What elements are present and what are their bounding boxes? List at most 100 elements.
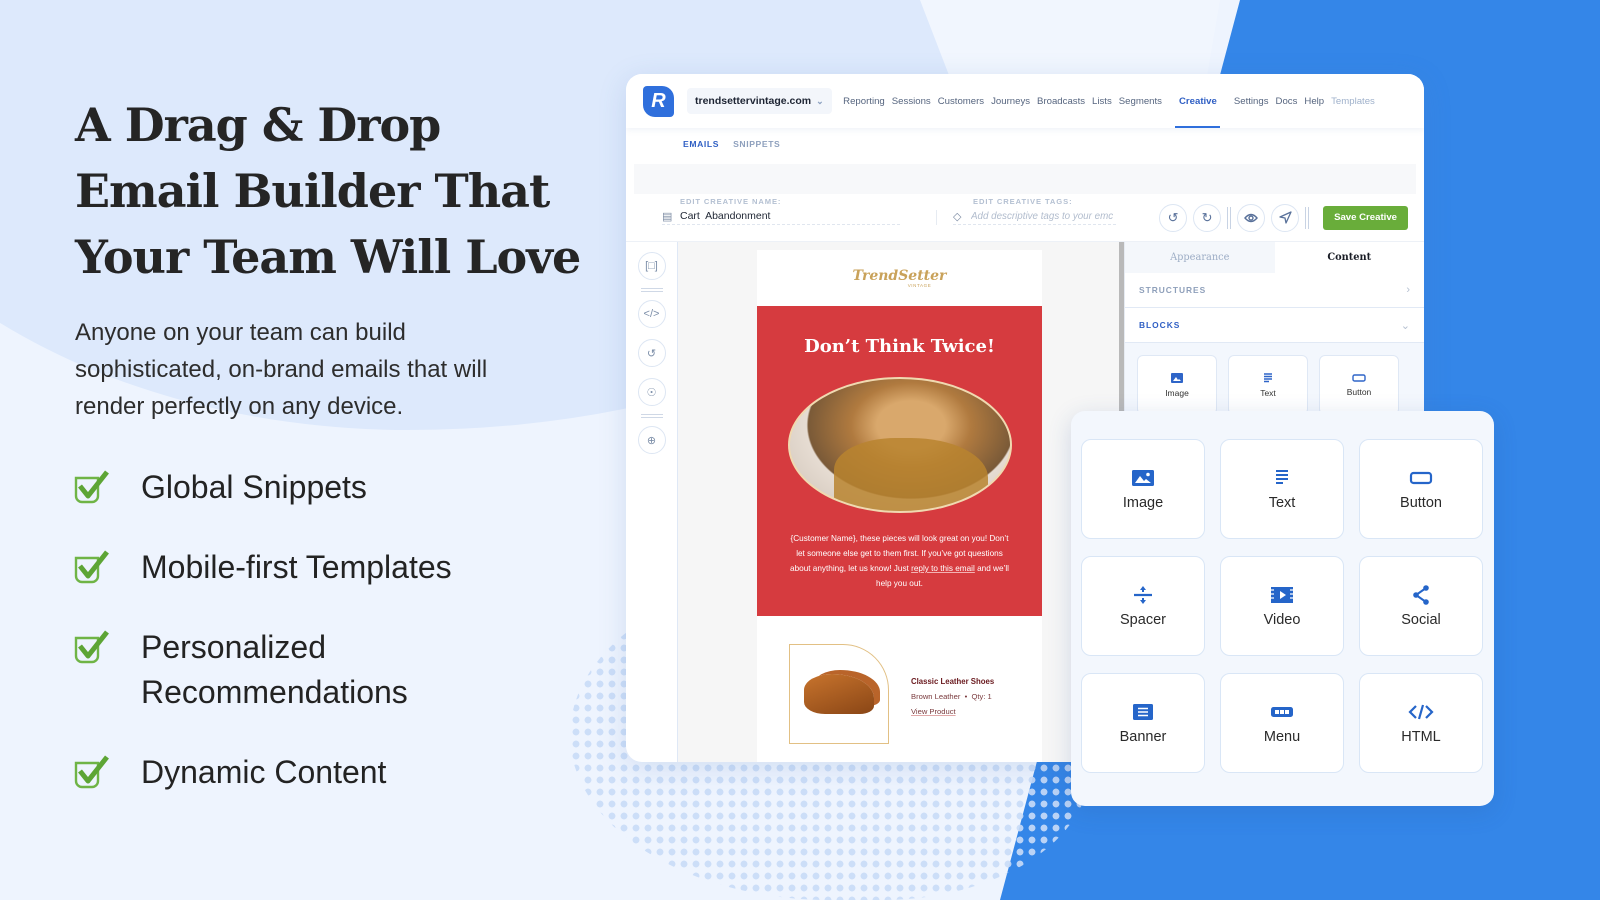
divider: [640, 288, 663, 292]
product-info: Classic Leather Shoes Brown Leather • Qt…: [911, 676, 995, 716]
creative-name-input[interactable]: Cart Abandonment: [680, 210, 900, 222]
product-block[interactable]: Classic Leather Shoes Brown Leather • Qt…: [757, 616, 1042, 744]
hero-subtext: Anyone on your team can build sophistica…: [75, 319, 488, 420]
hero: A Drag & Drop Email Builder That Your Te…: [75, 92, 595, 425]
document-icon: ▤: [662, 211, 673, 223]
block-html[interactable]: HTML: [1359, 673, 1483, 773]
block-video[interactable]: Video: [1220, 556, 1344, 656]
block-image[interactable]: Image: [1081, 439, 1205, 539]
block-menu[interactable]: Menu: [1220, 673, 1344, 773]
mini-block-image[interactable]: Image: [1137, 355, 1217, 415]
image-icon: [1132, 469, 1154, 486]
nav-broadcasts[interactable]: Broadcasts: [1034, 74, 1089, 128]
nav-segments[interactable]: Segments: [1115, 74, 1165, 128]
feature-item: Personalized Recommendations: [73, 625, 521, 715]
chevron-down-icon: ⌄: [816, 95, 824, 106]
top-navigation: R trendsettervintage.com ⌄ Reporting Ses…: [626, 74, 1424, 128]
tab-emails[interactable]: EMAILS: [683, 139, 719, 149]
divider: [640, 414, 663, 418]
block-spacer[interactable]: Spacer: [1081, 556, 1205, 656]
shoe-image: [804, 674, 874, 714]
text-icon: [1276, 469, 1288, 484]
block-text[interactable]: Text: [1220, 439, 1344, 539]
checkbox-checked-icon: [74, 470, 109, 504]
divider: [1227, 206, 1232, 229]
creative-subtabs: EMAILS SNIPPETS: [626, 128, 1424, 160]
divider: [1305, 206, 1310, 229]
email-hero-block[interactable]: Don’t Think Twice! {Customer Name}, thes…: [757, 306, 1042, 616]
creative-tags-input[interactable]: [971, 210, 1116, 222]
hero-headline: A Drag & Drop Email Builder That Your Te…: [75, 98, 581, 284]
button-icon: [1409, 471, 1433, 484]
mini-block-button[interactable]: Button: [1319, 355, 1399, 415]
editor-tools: ↺ ↻ Save Creative: [1159, 203, 1408, 232]
nav-journeys[interactable]: Journeys: [988, 74, 1034, 128]
menu-icon: [1271, 706, 1293, 717]
tag-icon: ◇: [953, 211, 962, 223]
nav-customers[interactable]: Customers: [934, 74, 987, 128]
code-icon[interactable]: </>: [637, 300, 666, 328]
block-button[interactable]: Button: [1359, 439, 1483, 539]
chevron-right-icon: ›: [1406, 284, 1410, 296]
checkbox-checked-icon: [74, 630, 109, 664]
checkbox-checked-icon: [74, 755, 109, 789]
send-test-icon[interactable]: [1271, 203, 1300, 232]
left-tool-rail: [□] </> ↺ ☉ ⊕: [626, 242, 678, 762]
blocks-section[interactable]: BLOCKS ⌄: [1125, 308, 1424, 343]
reply-link[interactable]: reply to this email: [911, 564, 975, 573]
mini-block-text[interactable]: Text: [1228, 355, 1308, 415]
block-social[interactable]: Social: [1359, 556, 1483, 656]
button-icon: [1352, 373, 1366, 382]
creative-name-field: EDIT CREATIVE NAME: ▤ Cart Abandonment: [662, 197, 900, 225]
toolbar-spacer: [634, 164, 1416, 194]
feature-list: Global Snippets Mobile-first Templates P…: [73, 465, 521, 830]
view-product-link[interactable]: View Product: [911, 707, 994, 716]
email-brand-header[interactable]: TrendSetter VINTAGE: [757, 250, 1042, 306]
product-image: [789, 644, 889, 744]
block-banner[interactable]: Banner: [1081, 673, 1205, 773]
nav-creative[interactable]: Creative: [1175, 74, 1221, 128]
nav-docs[interactable]: Docs: [1272, 74, 1301, 128]
banner-icon: [1133, 703, 1153, 720]
video-icon: [1271, 586, 1293, 603]
creative-edit-bar: EDIT CREATIVE NAME: ▤ Cart Abandonment E…: [626, 194, 1424, 242]
feature-item: Dynamic Content: [73, 750, 521, 795]
tab-content[interactable]: Content: [1275, 242, 1425, 273]
undo-icon[interactable]: ↺: [1159, 203, 1188, 232]
history-icon[interactable]: ↺: [637, 339, 666, 367]
tab-appearance[interactable]: Appearance: [1125, 242, 1275, 273]
creative-tags-field: EDIT CREATIVE TAGS: ◇: [936, 197, 1116, 225]
redo-icon[interactable]: ↻: [1193, 203, 1222, 232]
feature-item: Mobile-first Templates: [73, 545, 521, 590]
spacer-icon: [1134, 585, 1152, 604]
email-canvas: TrendSetter VINTAGE Don’t Think Twice! {…: [678, 242, 1124, 762]
tab-snippets[interactable]: SNIPPETS: [733, 139, 780, 149]
email-body-copy: {Customer Name}, these pieces will look …: [790, 534, 1009, 588]
panel-tabs: Appearance Content: [1125, 242, 1424, 273]
email-headline: Don’t Think Twice!: [804, 336, 995, 357]
dynamic-icon[interactable]: ☉: [637, 378, 666, 406]
email-preview: TrendSetter VINTAGE Don’t Think Twice! {…: [757, 250, 1042, 762]
checkbox-checked-icon: [74, 550, 109, 584]
text-icon: [1264, 372, 1272, 382]
frame-icon[interactable]: [□]: [637, 252, 666, 280]
chevron-down-icon: ⌄: [1400, 319, 1410, 332]
app-logo[interactable]: R: [643, 85, 674, 117]
structures-section[interactable]: STRUCTURES ›: [1125, 273, 1424, 308]
main-nav: Reporting Sessions Customers Journeys Br…: [840, 74, 1379, 128]
add-snippet-icon[interactable]: ⊕: [637, 426, 666, 454]
nav-templates[interactable]: Templates: [1328, 74, 1379, 128]
save-creative-button[interactable]: Save Creative: [1323, 205, 1408, 230]
nav-help[interactable]: Help: [1301, 74, 1328, 128]
html-code-icon: [1408, 704, 1434, 719]
nav-settings[interactable]: Settings: [1230, 74, 1272, 128]
hero-photo: [787, 377, 1012, 513]
image-icon: [1171, 372, 1183, 383]
preview-eye-icon[interactable]: [1237, 203, 1266, 232]
blocks-palette: Image Text Button Spacer Video Social Ba…: [1071, 411, 1494, 806]
domain-selector[interactable]: trendsettervintage.com ⌄: [687, 88, 832, 114]
nav-sessions[interactable]: Sessions: [888, 74, 934, 128]
nav-lists[interactable]: Lists: [1089, 74, 1116, 128]
share-icon: [1413, 584, 1429, 605]
nav-reporting[interactable]: Reporting: [840, 74, 889, 128]
